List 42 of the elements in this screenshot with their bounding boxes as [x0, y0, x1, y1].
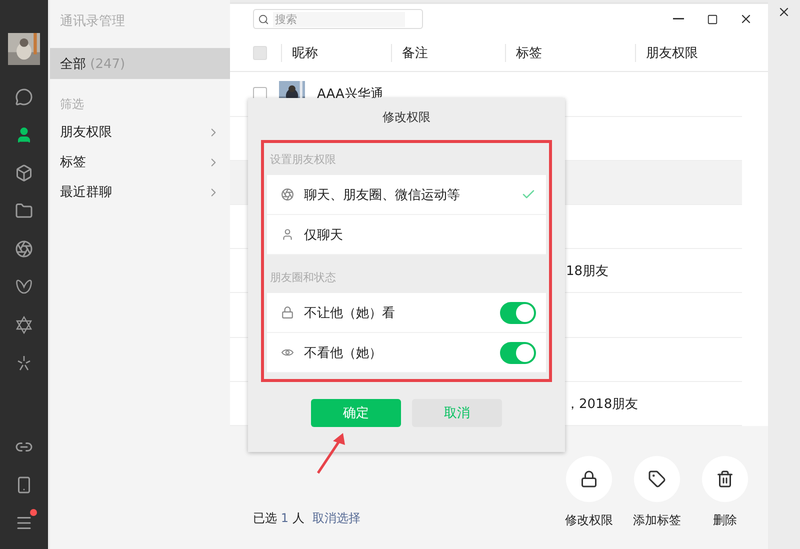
aperture-icon — [15, 240, 33, 258]
close-icon — [777, 5, 791, 19]
tag-cell-text: 18朋友 — [566, 262, 609, 280]
tag-icon — [648, 470, 666, 488]
all-contacts-item[interactable]: 全部 (247) — [50, 48, 230, 79]
selection-count: 已选 1 人 — [253, 510, 304, 527]
cube-icon — [15, 164, 33, 182]
lock-icon — [580, 470, 598, 488]
person-icon — [281, 228, 294, 241]
tag-cell-text: ，2018朋友 — [566, 396, 638, 413]
minimize-icon — [672, 18, 684, 20]
filter-heading: 筛选 — [59, 96, 85, 113]
clear-selection-link[interactable]: 取消选择 — [312, 510, 360, 527]
option-label: 不看他（她） — [304, 344, 382, 362]
permission-option[interactable]: 聊天、朋友圈、微信运动等 — [267, 175, 546, 215]
column-header: 朋友权限 — [635, 44, 725, 62]
trash-icon — [716, 470, 734, 488]
option-label: 不让他（她）看 — [304, 304, 395, 322]
column-header: 备注 — [391, 44, 505, 62]
column-header: 昵称 — [281, 44, 391, 62]
panel-title: 通讯录管理 — [59, 13, 126, 31]
section-heading: 朋友圈和状态 — [269, 270, 337, 286]
filter-item[interactable]: 最近群聊 — [50, 177, 230, 207]
search-icon — [258, 14, 269, 25]
ring-icon — [281, 188, 294, 201]
maximize-icon — [706, 14, 718, 25]
menu-icon — [15, 514, 33, 532]
toggle-switch[interactable] — [500, 342, 536, 364]
section-heading: 设置朋友权限 — [269, 152, 337, 168]
contacts-icon — [15, 126, 33, 144]
hexagram-icon — [15, 316, 33, 334]
filter-item[interactable]: 标签 — [50, 147, 230, 177]
lock-icon — [281, 306, 294, 319]
column-header: 标签 — [505, 44, 635, 62]
chat-icon — [15, 88, 33, 106]
toggle-switch[interactable] — [500, 302, 536, 324]
phone-icon — [15, 476, 33, 494]
sparkle-icon — [15, 354, 33, 372]
folder-icon — [15, 202, 33, 220]
search-field[interactable]: 搜索 — [253, 9, 423, 30]
filter-item[interactable]: 朋友权限 — [50, 117, 230, 147]
butterfly-icon — [15, 278, 33, 296]
